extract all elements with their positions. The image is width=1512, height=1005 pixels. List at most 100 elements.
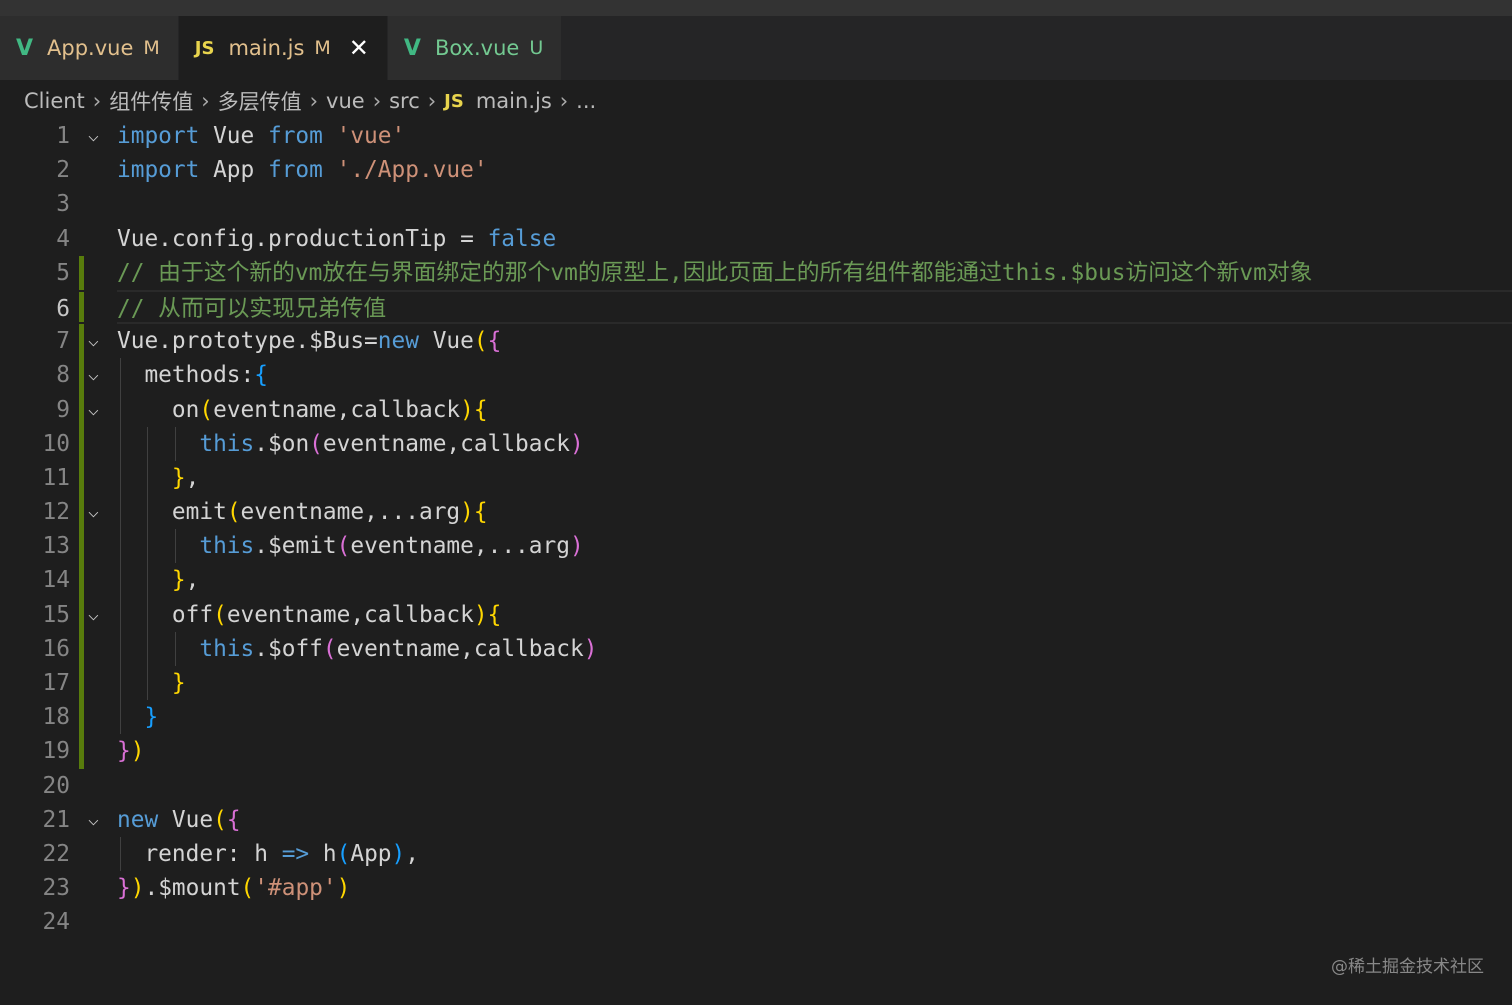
code-token: eventname,callback <box>213 396 461 423</box>
indent-guide <box>147 597 149 632</box>
code-token: this <box>199 635 255 662</box>
code-line[interactable]: 4 Vue.config.productionTip = false <box>0 222 1512 256</box>
code-line[interactable]: 14 }, <box>0 563 1512 598</box>
code-line[interactable]: 12 ⌵ emit(eventname,...arg){ <box>0 495 1512 530</box>
vue-icon: V <box>403 35 421 61</box>
code-line[interactable]: 20 <box>0 769 1512 803</box>
chevron-down-icon[interactable]: ⌵ <box>88 803 99 837</box>
breadcrumb-item[interactable]: src <box>389 89 420 113</box>
indent-guide <box>174 631 176 667</box>
code-token: ( <box>322 635 337 662</box>
indent-guide <box>147 631 149 667</box>
code-line[interactable]: 16 this.$off(eventname,callback) <box>0 631 1512 667</box>
code-token: ) <box>569 430 584 457</box>
breadcrumb-item[interactable]: 多层传值 <box>218 86 302 116</box>
code-line[interactable]: 5 // 由于这个新的vm放在与界面绑定的那个vm的原型上,因此页面上的所有组件都… <box>0 255 1512 290</box>
tab-label: App.vue <box>47 36 134 60</box>
indent-guide <box>120 666 121 701</box>
code-line[interactable]: 17 } <box>0 666 1512 701</box>
line-number: 4 <box>56 225 70 252</box>
code-token: false <box>487 225 557 252</box>
code-line[interactable]: 3 <box>0 187 1512 221</box>
code-text: } <box>117 666 186 701</box>
code-line[interactable]: 6 // 从而可以实现兄弟传值 <box>56 289 1512 325</box>
code-line[interactable]: 23}).$mount('#app') <box>0 871 1512 905</box>
indent-guide <box>174 529 176 564</box>
code-token: App <box>350 840 392 867</box>
code-line[interactable]: 19}) <box>0 734 1512 769</box>
tab-Box-vue[interactable]: V Box.vue U <box>387 16 562 80</box>
line-number: 12 <box>42 499 70 526</box>
chevron-down-icon[interactable]: ⌵ <box>88 358 99 392</box>
line-number: 15 <box>42 601 70 628</box>
code-token: .$mount <box>144 875 241 902</box>
line-number: 9 <box>56 396 70 423</box>
watermark: @稀土掘金技术社区 <box>1331 957 1484 977</box>
breadcrumb: Client › 组件传值 › 多层传值 › vue › src › JS main.js ›... <box>0 80 1512 122</box>
code-token: ) <box>130 875 145 902</box>
code-token: } <box>144 704 159 731</box>
indent-guide <box>147 426 149 461</box>
code-token: ) <box>460 499 474 526</box>
indent-guide <box>120 631 121 667</box>
code-token: { <box>226 806 241 833</box>
code-line[interactable]: 18 } <box>0 700 1512 735</box>
code-token: // 从而可以实现兄弟传值 <box>117 295 387 322</box>
code-text: }, <box>117 563 199 598</box>
code-line[interactable]: 21 ⌵ new Vue({ <box>0 803 1512 837</box>
breadcrumb-item[interactable]: vue <box>326 89 365 113</box>
chevron-right-icon: › <box>559 89 569 113</box>
code-token: , <box>185 464 200 491</box>
breadcrumb-item[interactable]: ... <box>576 89 596 113</box>
indent-guide <box>120 597 121 632</box>
code-token: ) <box>583 635 598 662</box>
breadcrumb-item[interactable]: main.js <box>476 89 552 113</box>
code-token: on <box>117 396 200 423</box>
git-modified-indicator <box>79 460 84 496</box>
code-token: Vue <box>432 328 474 355</box>
tab-main-js[interactable]: JS main.js M ✕ <box>178 16 387 80</box>
tab-App-vue[interactable]: V App.vue M <box>0 16 178 80</box>
code-token: } <box>171 567 186 594</box>
code-token: { <box>473 396 488 423</box>
code-editor[interactable]: 1 ⌵ import Vue from 'vue' 2 import App from … <box>0 119 1512 940</box>
line-number: 13 <box>42 533 70 560</box>
code-line[interactable]: 8 ⌵ methods:{ <box>0 358 1512 393</box>
git-status-badge: M <box>314 37 331 59</box>
chevron-down-icon[interactable]: ⌵ <box>88 324 99 358</box>
breadcrumb-item[interactable]: Client <box>24 89 85 113</box>
js-icon: JS <box>194 37 215 59</box>
code-text: this.$emit(eventname,...arg) <box>117 529 584 564</box>
git-modified-indicator <box>79 358 84 393</box>
code-line[interactable]: 24 <box>0 905 1512 939</box>
code-line[interactable]: 7 ⌵ Vue.prototype.$Bus=new Vue({ <box>0 324 1512 359</box>
code-line[interactable]: 22 render: h => h(App), <box>0 836 1512 872</box>
code-token: eventname,callback <box>226 601 474 628</box>
code-line[interactable]: 11 }, <box>0 460 1512 496</box>
code-line[interactable]: 2 import App from './App.vue' <box>0 153 1512 187</box>
git-modified-indicator <box>79 631 84 666</box>
code-line[interactable]: 10 this.$on(eventname,callback) <box>0 426 1512 461</box>
breadcrumb-item[interactable]: 组件传值 <box>109 86 193 116</box>
code-token: Vue <box>213 123 268 149</box>
line-number: 3 <box>56 191 70 218</box>
chevron-down-icon[interactable]: ⌵ <box>88 393 99 427</box>
close-icon[interactable]: ✕ <box>349 34 369 62</box>
chevron-down-icon[interactable]: ⌵ <box>88 119 99 153</box>
code-line[interactable]: 13 this.$emit(eventname,...arg) <box>0 529 1512 564</box>
code-token: , <box>405 840 419 867</box>
menu-bar <box>0 0 1512 16</box>
chevron-down-icon[interactable]: ⌵ <box>88 598 99 632</box>
code-token: import <box>117 123 214 149</box>
code-token: { <box>254 362 268 389</box>
indent-guide <box>120 392 121 427</box>
code-line[interactable]: 9 ⌵ on(eventname,callback){ <box>0 392 1512 427</box>
code-line[interactable]: 1 ⌵ import Vue from 'vue' <box>0 119 1512 153</box>
indent-guide <box>147 460 149 496</box>
chevron-down-icon[interactable]: ⌵ <box>88 495 99 529</box>
code-line[interactable]: 15 ⌵ off(eventname,callback){ <box>0 597 1512 632</box>
